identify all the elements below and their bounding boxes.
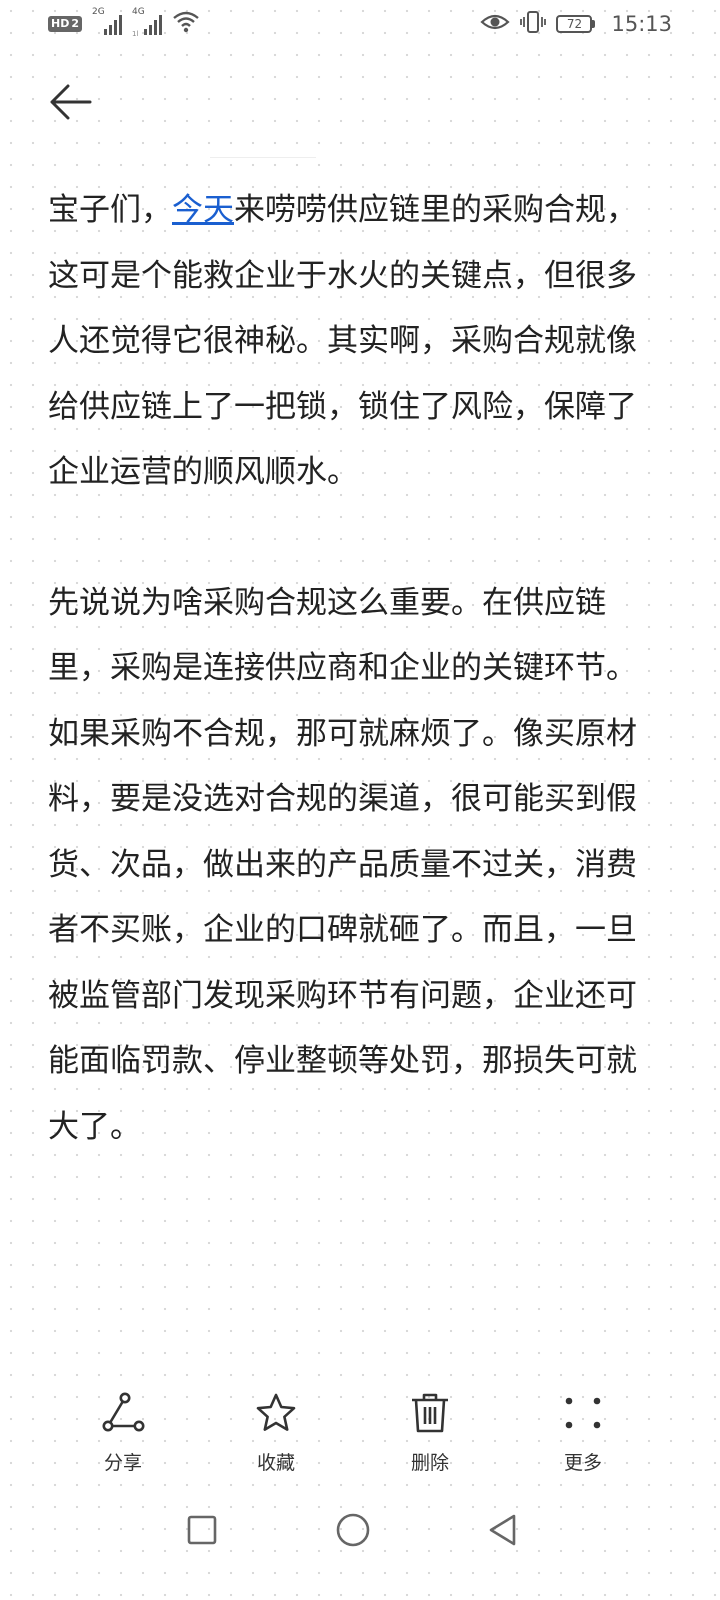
wifi-icon (172, 11, 200, 38)
trash-icon (407, 1390, 453, 1436)
delete-button[interactable]: 删除 (380, 1390, 480, 1475)
clock: 15:13 (611, 12, 672, 36)
more-button[interactable]: 更多 (533, 1390, 633, 1475)
battery-icon: 72 (556, 15, 596, 33)
arrow-left-icon (50, 84, 92, 120)
link-today[interactable]: 今天 (172, 192, 234, 228)
signal-4g: 4G 1l (132, 7, 162, 38)
nav-back-button[interactable] (472, 1500, 532, 1560)
share-icon (100, 1390, 146, 1436)
hd-badge: HD 2 (48, 16, 82, 32)
back-button[interactable] (44, 78, 96, 126)
favorite-button[interactable]: 收藏 (226, 1390, 326, 1475)
paragraph-2: 先说说为啥采购合规这么重要。在供应链里，采购是连接供应商和企业的关键环节。如果采… (48, 584, 637, 1145)
triangle-back-icon (489, 1514, 516, 1546)
eye-icon (480, 12, 511, 37)
system-nav-bar (0, 1500, 720, 1560)
bottom-toolbar: 分享 收藏 删除 更多 (0, 1390, 720, 1490)
status-left: HD 2 2G 4G 1l (48, 7, 200, 38)
status-bar: HD 2 2G 4G 1l 72 15:13 (0, 0, 720, 48)
more-dots-icon (560, 1390, 606, 1436)
home-button[interactable] (323, 1500, 383, 1560)
vibrate-icon (520, 10, 547, 39)
header-divider (210, 157, 316, 158)
signal-2g: 2G (92, 7, 122, 35)
share-button[interactable]: 分享 (73, 1390, 173, 1475)
article-content: 宝子们，今天来唠唠供应链里的采购合规，这可是个能救企业于水火的关键点，但很多人还… (48, 178, 638, 1160)
recent-apps-button[interactable] (172, 1500, 232, 1560)
square-icon (187, 1515, 217, 1545)
star-icon (253, 1390, 299, 1436)
status-right: 72 15:13 (480, 10, 672, 39)
circle-icon (336, 1513, 370, 1547)
paragraph-1: 宝子们，今天来唠唠供应链里的采购合规，这可是个能救企业于水火的关键点，但很多人还… (48, 192, 637, 490)
